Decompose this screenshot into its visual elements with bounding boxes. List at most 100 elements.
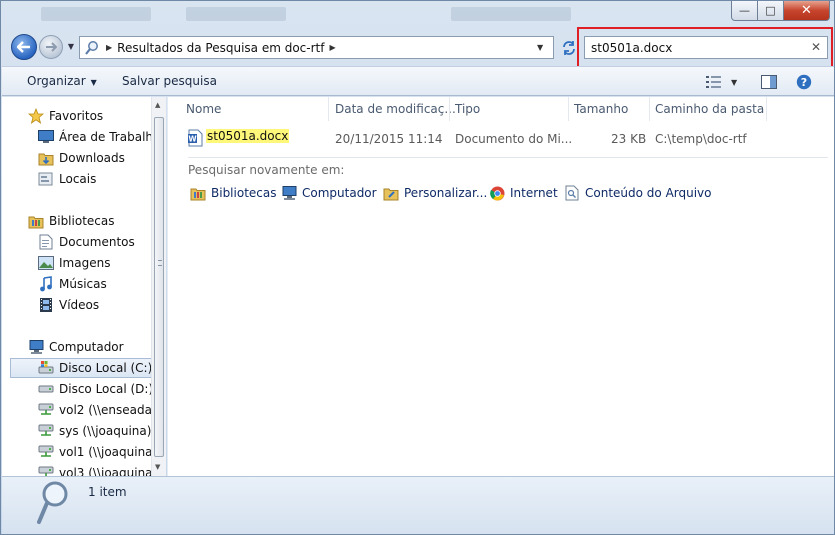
- command-bar: Organizar ▼ Salvar pesquisa ▼ ?: [2, 66, 834, 96]
- column-modified[interactable]: Data de modificaç...: [335, 102, 456, 116]
- column-name[interactable]: Nome: [186, 102, 221, 116]
- preview-pane-button[interactable]: [761, 74, 777, 90]
- background-ghost: [41, 7, 151, 21]
- search-again-text: Bibliotecas: [211, 186, 277, 200]
- scroll-up-arrow[interactable]: ▲: [155, 101, 160, 109]
- nav-computer[interactable]: Computador: [28, 337, 124, 357]
- nav-desktop[interactable]: Área de Trabalho: [38, 127, 154, 147]
- nav-label: vol2 (\\enseada): [59, 403, 154, 417]
- nav-label: Imagens: [59, 256, 111, 270]
- search-again-internet[interactable]: Internet: [489, 185, 558, 201]
- window-controls: — □ ✕: [731, 1, 830, 21]
- chevron-down-icon: ▼: [90, 78, 97, 87]
- refresh-icon: [563, 41, 575, 55]
- column-divider[interactable]: [766, 97, 767, 121]
- column-divider[interactable]: [449, 97, 450, 121]
- recent-pages-dropdown[interactable]: ▼: [65, 39, 77, 53]
- file-list: Nome Data de modificaç... Tipo Tamanho C…: [167, 97, 834, 476]
- organize-menu[interactable]: Organizar ▼: [27, 74, 97, 88]
- search-again-file-contents[interactable]: Conteúdo do Arquivo: [564, 185, 712, 201]
- computer-icon: [28, 339, 44, 355]
- nav-vol3[interactable]: vol3 (\\joaquina): [38, 463, 154, 476]
- network-drive-icon: [38, 402, 54, 418]
- hard-drive-icon: [38, 360, 54, 376]
- scroll-down-arrow[interactable]: ▼: [155, 463, 160, 471]
- breadcrumb-location[interactable]: Resultados da Pesquisa em doc-rtf: [117, 41, 324, 55]
- search-input[interactable]: st0501a.docx ✕: [584, 36, 828, 59]
- nav-label: Favoritos: [49, 109, 104, 123]
- background-ghost: [451, 7, 571, 21]
- nav-label: Bibliotecas: [49, 214, 115, 228]
- column-divider[interactable]: [649, 97, 650, 121]
- clear-search-button[interactable]: ✕: [811, 40, 821, 54]
- nav-label: Músicas: [59, 277, 107, 291]
- details-view-icon: [706, 76, 721, 88]
- table-row[interactable]: W st0501a.docx 20/11/2015 11:14 Document…: [188, 127, 788, 151]
- nav-disk-d[interactable]: Disco Local (D:): [38, 379, 153, 399]
- nav-places[interactable]: Locais: [38, 169, 96, 189]
- address-bar[interactable]: ▶ Resultados da Pesquisa em doc-rtf ▶: [79, 36, 554, 59]
- file-name[interactable]: st0501a.docx: [206, 129, 290, 143]
- minimize-button[interactable]: —: [731, 1, 758, 21]
- column-divider[interactable]: [328, 97, 329, 121]
- chevron-down-icon: ▼: [731, 77, 738, 87]
- star-icon: [28, 108, 44, 124]
- custom-folder-icon: [383, 185, 399, 201]
- nav-downloads[interactable]: Downloads: [38, 148, 125, 168]
- scroll-grip: [158, 260, 162, 266]
- file-path: C:\temp\doc-rtf: [655, 132, 747, 146]
- nav-images[interactable]: Imagens: [38, 253, 110, 273]
- column-size[interactable]: Tamanho: [574, 102, 628, 116]
- nav-disk-c[interactable]: Disco Local (C:): [10, 358, 152, 378]
- search-again-custom[interactable]: Personalizar...: [383, 185, 487, 201]
- help-button[interactable]: ?: [796, 74, 812, 90]
- svg-text:?: ?: [801, 76, 807, 89]
- breadcrumb-arrow[interactable]: ▶: [329, 43, 335, 52]
- nav-libraries[interactable]: Bibliotecas: [28, 211, 114, 231]
- nav-documents[interactable]: Documentos: [38, 232, 135, 252]
- scroll-thumb[interactable]: [154, 117, 164, 457]
- browser-icon: [489, 185, 505, 201]
- search-again-text: Computador: [302, 186, 377, 200]
- nav-label: sys (\\joaquina) (: [59, 424, 154, 438]
- refresh-button[interactable]: [560, 38, 578, 58]
- downloads-folder-icon: [38, 150, 54, 166]
- libraries-icon: [28, 213, 44, 229]
- nav-label: Vídeos: [59, 298, 100, 312]
- documents-icon: [38, 234, 54, 250]
- column-path[interactable]: Caminho da pasta: [655, 102, 764, 116]
- nav-label: Área de Trabalho: [59, 130, 154, 144]
- maximize-button[interactable]: □: [758, 1, 784, 21]
- nav-sys[interactable]: sys (\\joaquina) (: [38, 421, 154, 441]
- forward-button[interactable]: [39, 35, 63, 59]
- column-divider[interactable]: [568, 97, 569, 121]
- back-button[interactable]: [11, 34, 37, 60]
- address-history-dropdown[interactable]: ▼: [537, 43, 543, 52]
- nav-label: Documentos: [59, 235, 135, 249]
- nav-favorites[interactable]: Favoritos: [28, 106, 103, 126]
- save-search-button[interactable]: Salvar pesquisa: [122, 74, 217, 88]
- nav-videos[interactable]: Vídeos: [38, 295, 99, 315]
- nav-label: vol3 (\\joaquina): [59, 466, 154, 476]
- change-view-button[interactable]: ▼: [706, 74, 737, 90]
- search-again-label: Pesquisar novamente em:: [188, 163, 345, 177]
- nav-label: Downloads: [59, 151, 125, 165]
- images-icon: [38, 255, 54, 271]
- music-icon: [38, 276, 54, 292]
- search-again-text: Conteúdo do Arquivo: [585, 186, 712, 200]
- nav-vol1[interactable]: vol1 (\\joaquina): [38, 442, 154, 462]
- divider: [188, 157, 828, 158]
- search-again-computer[interactable]: Computador: [281, 185, 377, 201]
- navigation-scrollbar[interactable]: ▲ ▼: [151, 97, 166, 476]
- file-type: Documento do Mi...: [455, 132, 573, 146]
- nav-label: vol1 (\\joaquina): [59, 445, 154, 459]
- search-again-libraries[interactable]: Bibliotecas: [190, 185, 276, 201]
- details-pane: 1 item: [2, 476, 834, 534]
- title-bar: — □ ✕: [1, 1, 835, 31]
- breadcrumb-arrow[interactable]: ▶: [106, 43, 112, 52]
- close-button[interactable]: ✕: [784, 1, 830, 21]
- nav-vol2[interactable]: vol2 (\\enseada): [38, 400, 154, 420]
- search-results-icon: [83, 39, 101, 57]
- column-type[interactable]: Tipo: [455, 102, 480, 116]
- nav-music[interactable]: Músicas: [38, 274, 107, 294]
